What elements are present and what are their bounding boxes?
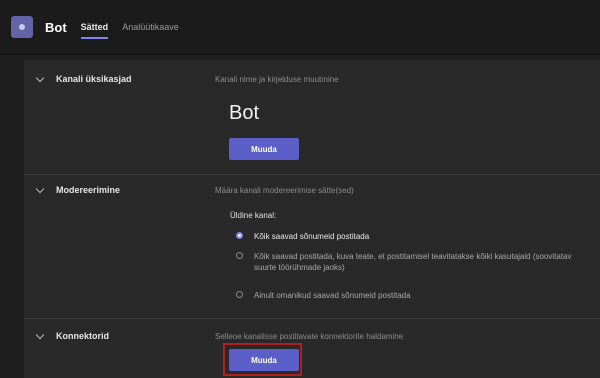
section-header-channel-details[interactable]: Kanali üksikasjad: [35, 73, 132, 84]
section-label: Modereerimine: [56, 185, 121, 195]
section-description: Selleoe kanalisse postitavate konnektori…: [215, 332, 404, 341]
edit-connectors-button[interactable]: Muuda: [229, 349, 299, 371]
radio-option-owners-only[interactable]: Ainult omanikud saavad sõnumeid postitad…: [236, 290, 411, 301]
section-channel-details: Kanali üksikasjad Kanali nime ja kirjeld…: [24, 60, 600, 164]
section-label: Kanali üksikasjad: [56, 74, 132, 84]
radio-label: Ainult omanikud saavad sõnumeid postitad…: [254, 291, 411, 300]
page-title: Bot: [45, 19, 67, 35]
bot-app-icon: [11, 16, 33, 38]
section-connectors: Konnektorid Selleoe kanalisse postitavat…: [24, 319, 600, 378]
chevron-down-icon: [35, 184, 45, 193]
radio-unchecked-icon[interactable]: [236, 252, 243, 259]
chevron-down-icon: [35, 73, 45, 82]
general-channel-label: Üldine kanal:: [230, 211, 277, 220]
radio-checked-icon[interactable]: [236, 232, 243, 239]
edit-channel-button[interactable]: Muuda: [229, 138, 299, 160]
tab-analytics[interactable]: Analüütikaave: [122, 0, 179, 54]
section-header-moderation[interactable]: Modereerimine: [35, 184, 121, 195]
tab-settings[interactable]: Sätted: [80, 0, 108, 54]
section-description: Kanali nime ja kirjelduse muutmine: [215, 75, 339, 84]
section-description: Määra kanali modereerimise sätte(sed): [215, 186, 354, 195]
radio-label: Kõik saavad sõnumeid postitada: [254, 232, 370, 241]
radio-option-everyone-with-notice[interactable]: Kõik saavad postitada, kuva teate, et po…: [236, 251, 576, 273]
radio-unchecked-icon[interactable]: [236, 291, 243, 298]
section-label: Konnektorid: [56, 331, 109, 341]
chevron-down-icon: [35, 330, 45, 339]
top-bar: Bot Sätted Analüütikaave: [0, 0, 600, 55]
section-header-connectors[interactable]: Konnektorid: [35, 330, 109, 341]
channel-name: Bot: [229, 102, 260, 124]
radio-option-everyone[interactable]: Kõik saavad sõnumeid postitada: [236, 231, 369, 242]
settings-panel: Kanali üksikasjad Kanali nime ja kirjeld…: [24, 60, 600, 378]
radio-label: Kõik saavad postitada, kuva teate, et po…: [254, 252, 572, 272]
